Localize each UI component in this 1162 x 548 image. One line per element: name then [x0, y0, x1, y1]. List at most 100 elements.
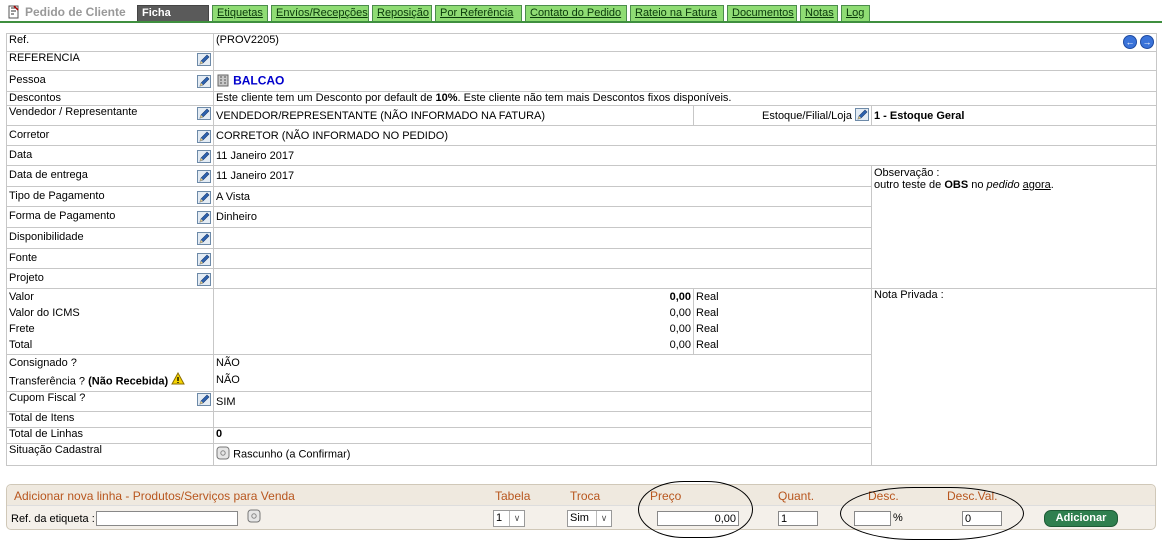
- edit-tipo-pagamento-icon[interactable]: [197, 190, 211, 204]
- edit-vendedor-icon[interactable]: [197, 107, 211, 120]
- data-entrega-value: 11 Janeiro 2017: [213, 165, 872, 187]
- pessoa-link[interactable]: BALCAO: [233, 73, 284, 87]
- valores-values: 0,00 0,00 0,00 0,00: [213, 288, 694, 355]
- valor-icms-value: 0,00: [669, 307, 691, 319]
- obs-t4: pedido: [986, 179, 1020, 191]
- edit-corretor-icon[interactable]: [197, 129, 211, 143]
- vendedor-label: Vendedor / Representante: [9, 106, 138, 119]
- tab-documentos[interactable]: Documentos: [727, 5, 797, 21]
- tab-pedido-cliente[interactable]: Pedido de Cliente: [25, 4, 126, 20]
- pessoa-label: Pessoa: [9, 74, 46, 86]
- referencia-label: REFERENCIA: [9, 52, 80, 65]
- tab-envios-recepcoes[interactable]: Envíos/Recepções: [271, 5, 369, 21]
- troca-header: Troca: [570, 489, 601, 503]
- next-record-icon[interactable]: →: [1140, 35, 1154, 49]
- transferencia-label-text: Transferência ?: [9, 375, 86, 388]
- troca-select[interactable]: Sim ∨: [567, 510, 612, 527]
- disponibilidade-value: [213, 227, 872, 249]
- fonte-row-label: Fonte: [6, 248, 214, 269]
- desc-val-input[interactable]: [962, 511, 1002, 526]
- total-unit: Real: [696, 339, 719, 351]
- preco-input[interactable]: [657, 511, 739, 526]
- edit-pessoa-icon[interactable]: [197, 75, 211, 88]
- corretor-value: CORRETOR (NÃO INFORMADO NO PEDIDO): [213, 125, 1157, 146]
- valor-icms-label: Valor do ICMS: [9, 307, 80, 319]
- descontos-label: Descontos: [6, 91, 214, 106]
- order-card: Ref. (PROV2205) ← → REFERENCIA Pessoa BA…: [6, 33, 1157, 466]
- edit-projeto-icon[interactable]: [197, 272, 211, 286]
- tab-ficha-pedido[interactable]: Ficha Pedido: [137, 5, 209, 34]
- total-linhas-label: Total de Linhas: [6, 427, 214, 444]
- descontos-text: Este cliente tem um Desconto por default…: [213, 91, 1157, 106]
- disponibilidade-label: Disponibilidade: [9, 231, 84, 243]
- transferencia-label-bold: (Não Recebida): [88, 375, 169, 388]
- transferencia-value: NÃO: [216, 374, 240, 386]
- tab-contato-pedido[interactable]: Contato do Pedido: [525, 5, 627, 21]
- search-etiqueta-icon[interactable]: [247, 509, 261, 526]
- edit-cupom-icon[interactable]: [197, 393, 211, 406]
- obs-t7: .: [1050, 179, 1054, 191]
- projeto-label: Projeto: [9, 271, 44, 284]
- tab-underline: [0, 21, 1162, 23]
- frete-value: 0,00: [669, 323, 691, 335]
- edit-data-entrega-icon[interactable]: [197, 170, 211, 183]
- quant-input[interactable]: [778, 511, 818, 526]
- ref-etiqueta-input[interactable]: [96, 511, 238, 526]
- total-linhas-value: 0: [213, 427, 872, 444]
- total-itens-value: [213, 411, 872, 428]
- edit-disponibilidade-icon[interactable]: [197, 232, 211, 245]
- chevron-down-icon: ∨: [509, 511, 524, 526]
- add-line-title: Adicionar nova linha - Produtos/Serviços…: [14, 489, 295, 503]
- edit-fonte-icon[interactable]: [197, 252, 211, 266]
- edit-forma-pagamento-icon[interactable]: [197, 211, 211, 224]
- estoque-row-label: Estoque/Filial/Loja: [693, 105, 872, 126]
- estoque-value: 1 - Estoque Geral: [871, 105, 1157, 126]
- tab-notas[interactable]: Notas: [800, 5, 838, 21]
- tab-rateio-fatura[interactable]: Rateio na Fatura: [630, 5, 724, 21]
- frete-unit: Real: [696, 323, 719, 335]
- tipo-pagamento-value: A Vista: [213, 186, 872, 207]
- valores-labels: Valor Valor do ICMS Frete Total: [6, 288, 214, 355]
- situacao-value: Rascunho (a Confirmar): [233, 448, 351, 461]
- referencia-value: [213, 51, 1157, 71]
- tab-bar: Pedido de Cliente Ficha Pedido Etiquetas…: [0, 0, 1162, 34]
- data-row-label: Data: [6, 145, 214, 166]
- cupom-row-label: Cupom Fiscal ?: [6, 391, 214, 412]
- desc-unit: %: [893, 512, 903, 524]
- previous-record-icon[interactable]: ←: [1122, 35, 1137, 49]
- edit-data-icon[interactable]: [197, 149, 211, 163]
- tabela-header: Tabela: [495, 489, 531, 503]
- edit-estoque-icon[interactable]: [855, 107, 869, 124]
- ref-etiqueta-label: Ref. da etiqueta :: [11, 513, 95, 525]
- total-itens-label: Total de Itens: [6, 411, 214, 428]
- warning-icon: [171, 371, 186, 391]
- tab-reposicao[interactable]: Reposição: [372, 5, 432, 21]
- quant-header: Quant.: [778, 489, 815, 503]
- desc-input[interactable]: [854, 511, 891, 526]
- obs-t6: agora: [1022, 179, 1051, 191]
- order-icon: [8, 5, 20, 22]
- vendedor-row-label: Vendedor / Representante: [6, 105, 214, 126]
- vendedor-value: VENDEDOR/REPRESENTANTE (NÃO INFORMADO NA…: [213, 105, 694, 126]
- valor-label: Valor: [9, 291, 34, 303]
- valores-units: Real Real Real Real: [693, 288, 872, 355]
- fonte-value: [213, 248, 872, 269]
- tabela-select[interactable]: 1 ∨: [493, 510, 525, 527]
- edit-referencia-icon[interactable]: [197, 53, 211, 66]
- estoque-label: Estoque/Filial/Loja: [762, 109, 852, 122]
- tab-log[interactable]: Log: [841, 5, 870, 21]
- total-value: 0,00: [669, 339, 691, 351]
- observacao-cell: Observação : outro teste de OBS no pedid…: [871, 165, 1157, 289]
- nota-privada-cell: Nota Privada :: [871, 288, 1157, 466]
- tab-etiquetas[interactable]: Etiquetas: [212, 5, 268, 21]
- fonte-label: Fonte: [9, 251, 38, 264]
- consignado-value: NÃO: [216, 357, 240, 369]
- corretor-label: Corretor: [9, 128, 50, 141]
- data-entrega-label: Data de entrega: [9, 169, 88, 181]
- forma-pagamento-value: Dinheiro: [213, 206, 872, 228]
- ref-value: (PROV2205): [216, 34, 279, 47]
- tab-por-referencia[interactable]: Por Referência: [435, 5, 522, 21]
- adicionar-button[interactable]: Adicionar: [1044, 510, 1118, 527]
- draft-status-icon: [216, 446, 230, 463]
- observacao-label: Observação :: [874, 167, 940, 179]
